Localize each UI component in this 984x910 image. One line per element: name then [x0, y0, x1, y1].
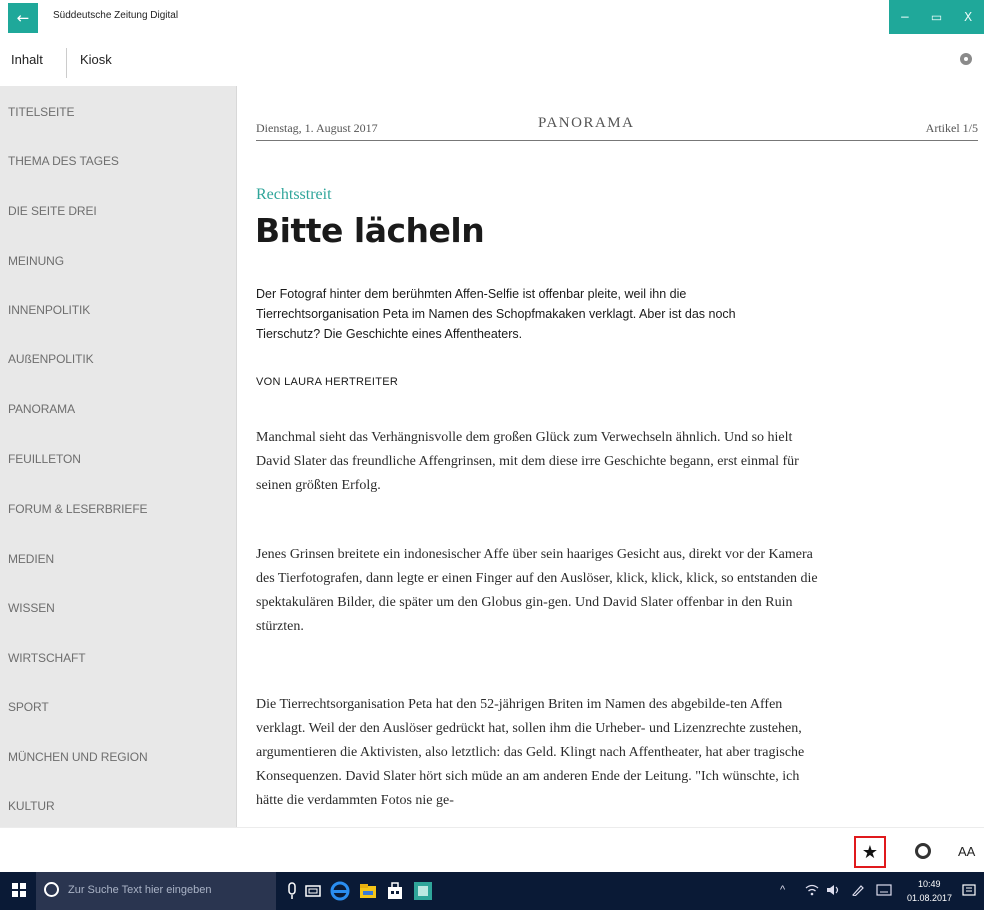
- maximize-button[interactable]: ▭: [921, 0, 953, 34]
- sidebar-item-meinung[interactable]: MEINUNG: [8, 254, 64, 268]
- bottom-app-bar: ★ AA: [0, 827, 984, 872]
- minimize-icon: −: [899, 10, 910, 24]
- store-icon[interactable]: [385, 881, 405, 901]
- sidebar-item-kultur[interactable]: KULTUR: [8, 799, 55, 813]
- article-view: Dienstag, 1. August 2017 PANORAMA Artike…: [237, 86, 984, 827]
- sidebar-item-titelseite[interactable]: TITELSEITE: [8, 105, 74, 119]
- tab-kiosk[interactable]: Kiosk: [80, 52, 112, 67]
- sz-app-icon[interactable]: [413, 881, 433, 901]
- section-sidebar: TITELSEITE THEMA DES TAGES DIE SEITE DRE…: [0, 86, 237, 827]
- file-explorer-icon[interactable]: [358, 881, 378, 901]
- task-view-icon[interactable]: [303, 881, 323, 901]
- notification-icon[interactable]: [962, 884, 976, 901]
- minimize-button[interactable]: −: [889, 0, 921, 34]
- article-paragraph: Jenes Grinsen breitete ein indonesischer…: [256, 547, 818, 634]
- window-controls: − ▭ X: [889, 0, 984, 34]
- star-icon: ★: [861, 841, 879, 863]
- windows-taskbar: Zur Suche Text hier eingeben ^ 10:49 01.…: [0, 872, 984, 910]
- article-counter: Artikel 1/5: [925, 121, 978, 135]
- tab-divider: [66, 48, 67, 78]
- sidebar-item-panorama[interactable]: PANORAMA: [8, 402, 75, 416]
- sidebar-item-wissen[interactable]: WISSEN: [8, 601, 55, 615]
- sidebar-item-medien[interactable]: MEDIEN: [8, 552, 54, 566]
- article-lead: Der Fotograf hinter dem berühmten Affen-…: [256, 287, 736, 341]
- clock-date[interactable]: 01.08.2017: [907, 893, 952, 903]
- close-button[interactable]: X: [952, 0, 984, 34]
- sidebar-item-feuilleton[interactable]: FEUILLETON: [8, 452, 81, 466]
- taskbar-search-box[interactable]: Zur Suche Text hier eingeben: [36, 872, 276, 910]
- font-size-button[interactable]: AA: [958, 844, 975, 859]
- search-placeholder: Zur Suche Text hier eingeben: [68, 884, 212, 896]
- sidebar-item-innenpolitik[interactable]: INNENPOLITIK: [8, 303, 90, 317]
- article-date: Dienstag, 1. August 2017: [256, 121, 378, 135]
- article-paragraph: Manchmal sieht das Verhängnisvolle dem g…: [256, 430, 799, 493]
- sidebar-item-wirtschaft[interactable]: WIRTSCHAFT: [8, 651, 86, 665]
- top-navigation: Inhalt Kiosk: [0, 48, 984, 78]
- keyboard-icon[interactable]: [876, 884, 892, 899]
- edge-browser-icon[interactable]: [330, 881, 350, 901]
- pen-icon[interactable]: [851, 884, 865, 899]
- tab-inhalt[interactable]: Inhalt: [11, 52, 43, 67]
- article-paragraph: Die Tierrechtsorganisation Peta hat den …: [256, 697, 805, 808]
- sidebar-item-forum-leserbriefe[interactable]: FORUM & LESERBRIEFE: [8, 502, 148, 516]
- sidebar-item-aussenpolitik[interactable]: AUßENPOLITIK: [8, 352, 94, 366]
- close-icon: X: [964, 10, 973, 24]
- article-byline: VON LAURA HERTREITER: [256, 376, 399, 388]
- article-headline: Bitte lächeln: [255, 211, 485, 250]
- back-button[interactable]: ←: [8, 3, 38, 33]
- microphone-icon[interactable]: [282, 881, 302, 901]
- back-arrow-icon: ←: [16, 9, 30, 27]
- chevron-up-icon[interactable]: ^: [780, 884, 785, 896]
- windows-start-icon[interactable]: [12, 883, 26, 897]
- sidebar-item-sport[interactable]: SPORT: [8, 700, 49, 714]
- gear-icon[interactable]: [960, 53, 972, 65]
- cortana-icon: [44, 882, 59, 897]
- volume-icon[interactable]: [826, 884, 840, 899]
- app-window: ← Süddeutsche Zeitung Digital − ▭ X Inha…: [0, 0, 984, 910]
- sidebar-item-muenchen-und-region[interactable]: MÜNCHEN UND REGION: [8, 750, 148, 764]
- article-kicker: Rechtsstreit: [256, 186, 332, 203]
- wifi-icon[interactable]: [805, 884, 819, 899]
- sidebar-item-thema-des-tages[interactable]: THEMA DES TAGES: [8, 154, 119, 168]
- maximize-icon: ▭: [930, 10, 943, 24]
- clock-time[interactable]: 10:49: [918, 879, 941, 889]
- section-title: PANORAMA: [538, 115, 635, 131]
- bookmark-button[interactable]: ★: [854, 836, 886, 868]
- header-divider: [256, 140, 978, 141]
- sidebar-item-die-seite-drei[interactable]: DIE SEITE DREI: [8, 204, 97, 218]
- share-icon[interactable]: [915, 843, 931, 859]
- window-title: Süddeutsche Zeitung Digital: [53, 10, 179, 21]
- title-bar: ← Süddeutsche Zeitung Digital − ▭ X: [0, 0, 984, 34]
